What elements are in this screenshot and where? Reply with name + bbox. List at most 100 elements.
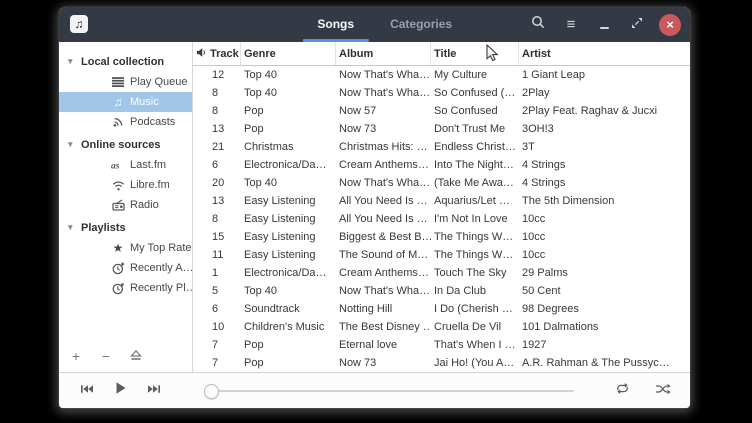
close-button[interactable]: × (659, 14, 681, 36)
track-row[interactable]: 6 Electronica/Da… Cream Anthems… Into Th… (193, 156, 690, 174)
track-number-cell: 15 (207, 231, 241, 243)
sidebar-item-label: Libre.fm (130, 179, 170, 191)
seek-track[interactable] (210, 390, 574, 393)
sidebar-item[interactable]: ♫ Music (59, 92, 192, 112)
track-row[interactable]: 20 Top 40 Now That's Wha… (Take Me Awa… … (193, 174, 690, 192)
music-player-window: ♫ Songs Categories ≡ × (59, 7, 690, 408)
sidebar-item[interactable]: as Last.fm (59, 155, 192, 175)
track-number-cell: 6 (207, 159, 241, 171)
sidebar-item[interactable]: Podcasts (59, 112, 192, 132)
track-row[interactable]: 10 Children's Music The Best Disney … Cr… (193, 318, 690, 336)
genre-cell: Easy Listening (241, 213, 336, 225)
track-row[interactable]: 21 Christmas Christmas Hits: … Endless C… (193, 138, 690, 156)
group-label: Online sources (81, 139, 160, 151)
track-row[interactable]: 8 Pop Now 57 So Confused 2Play Feat. Rag… (193, 102, 690, 120)
genre-cell: Easy Listening (241, 249, 336, 261)
album-cell: Now That's Wha… (336, 87, 431, 99)
minimize-button[interactable] (593, 14, 615, 36)
title-cell: So Confused (… (431, 87, 519, 99)
track-row[interactable]: 11 Easy Listening The Sound of M… The Th… (193, 246, 690, 264)
track-row[interactable]: 8 Easy Listening All You Need Is … I'm N… (193, 210, 690, 228)
artist-cell: 3OH!3 (519, 123, 690, 135)
lastfm-icon: as (111, 160, 125, 170)
sidebar-group-header[interactable]: ▾ Local collection (59, 51, 192, 72)
titlebar-controls: ≡ × (527, 7, 681, 42)
sidebar-group-header[interactable]: ▾ Online sources (59, 134, 192, 155)
genre-cell: Children's Music (241, 321, 336, 333)
track-row[interactable]: 12 Top 40 Now That's Wha… My Culture 1 G… (193, 66, 690, 84)
podcasts-icon (111, 116, 125, 128)
chevron-down-icon: ▾ (68, 56, 76, 67)
tab-songs[interactable]: Songs (299, 7, 372, 42)
group-items: Play Queue … ♫ Music Podcasts (59, 72, 192, 132)
play-queue-icon (111, 77, 125, 87)
genre-cell: Pop (241, 105, 336, 117)
sidebar-item[interactable]: ★ My Top Rated (59, 238, 192, 258)
previous-icon (79, 382, 94, 400)
track-row[interactable]: 13 Easy Listening All You Need Is … Aqua… (193, 192, 690, 210)
artist-cell: A.R. Rahman & The Pussyc… (519, 357, 690, 369)
track-number-cell: 12 (207, 69, 241, 81)
sidebar-toolbar-button[interactable]: + (68, 348, 84, 364)
group-label: Local collection (81, 56, 164, 68)
track-list-view: Track Genre Album Title Artist 12 Top 40… (193, 42, 690, 372)
menu-button[interactable]: ≡ (560, 14, 582, 36)
album-cell: All You Need Is … (336, 213, 431, 225)
sidebar-item[interactable]: Libre.fm (59, 175, 192, 195)
column-header-album[interactable]: Album (336, 42, 431, 65)
restore-button[interactable] (626, 14, 648, 36)
genre-cell: Christmas (241, 141, 336, 153)
title-cell: That's When I … (431, 339, 519, 351)
track-row[interactable]: 15 Easy Listening Biggest & Best B… The … (193, 228, 690, 246)
music-note-icon: ♫ (111, 95, 125, 109)
titlebar[interactable]: ♫ Songs Categories ≡ × (59, 7, 690, 42)
librefm-icon (111, 180, 125, 191)
track-row[interactable]: 7 Pop Now 73 Jai Ho! (You A… A.R. Rahman… (193, 354, 690, 372)
sidebar-item[interactable]: Recently Pl… (59, 278, 192, 298)
track-number-cell: 10 (207, 321, 241, 333)
track-row[interactable]: 5 Top 40 Now That's Wha… In Da Club 50 C… (193, 282, 690, 300)
play-button[interactable] (110, 381, 131, 401)
track-row[interactable]: 1 Electronica/Da… Cream Anthems… Touch T… (193, 264, 690, 282)
track-row[interactable]: 13 Pop Now 73 Don't Trust Me 3OH!3 (193, 120, 690, 138)
seek-slider[interactable] (204, 384, 574, 398)
shuffle-button[interactable] (652, 381, 673, 401)
column-header-artist[interactable]: Artist (519, 42, 690, 65)
group-online-sources: ▾ Online sources as Last.fm (59, 134, 192, 215)
sidebar-item-label: Recently Pl… (130, 282, 192, 294)
remove-icon: − (102, 348, 110, 364)
sidebar-toolbar-button[interactable]: − (98, 348, 114, 364)
track-number-cell: 7 (207, 339, 241, 351)
seek-handle[interactable] (204, 384, 219, 399)
now-playing-column[interactable] (193, 42, 207, 65)
repeat-button[interactable] (612, 381, 633, 401)
next-button[interactable] (144, 381, 165, 401)
artist-cell: 50 Cent (519, 285, 690, 297)
previous-button[interactable] (76, 381, 97, 401)
column-header-track[interactable]: Track (207, 42, 241, 65)
track-row[interactable]: 8 Top 40 Now That's Wha… So Confused (… … (193, 84, 690, 102)
sidebar-item[interactable]: Recently A… (59, 258, 192, 278)
tab-categories[interactable]: Categories (372, 7, 470, 42)
column-header-title[interactable]: Title (431, 42, 519, 65)
track-row[interactable]: 7 Pop Eternal love That's When I … 1927 (193, 336, 690, 354)
genre-cell: Electronica/Da… (241, 159, 336, 171)
column-header-genre[interactable]: Genre (241, 42, 336, 65)
album-cell: Now 57 (336, 105, 431, 117)
genre-cell: Top 40 (241, 69, 336, 81)
title-cell: (Take Me Awa… (431, 177, 519, 189)
group-local-collection: ▾ Local collection Play Queue … ♫ (59, 51, 192, 132)
sidebar-toolbar-button[interactable] (128, 348, 144, 364)
sidebar-item[interactable]: Radio (59, 195, 192, 215)
search-button[interactable] (527, 14, 549, 36)
track-number-cell: 13 (207, 123, 241, 135)
title-cell: Don't Trust Me (431, 123, 519, 135)
artist-cell: 1 Giant Leap (519, 69, 690, 81)
track-row[interactable]: 6 Soundtrack Notting Hill I Do (Cherish … (193, 300, 690, 318)
sidebar-item-label: Music (130, 96, 159, 108)
track-number-cell: 1 (207, 267, 241, 279)
group-label: Playlists (81, 222, 126, 234)
sidebar-item[interactable]: Play Queue … (59, 72, 192, 92)
album-cell: Biggest & Best B… (336, 231, 431, 243)
sidebar-group-header[interactable]: ▾ Playlists (59, 217, 192, 238)
